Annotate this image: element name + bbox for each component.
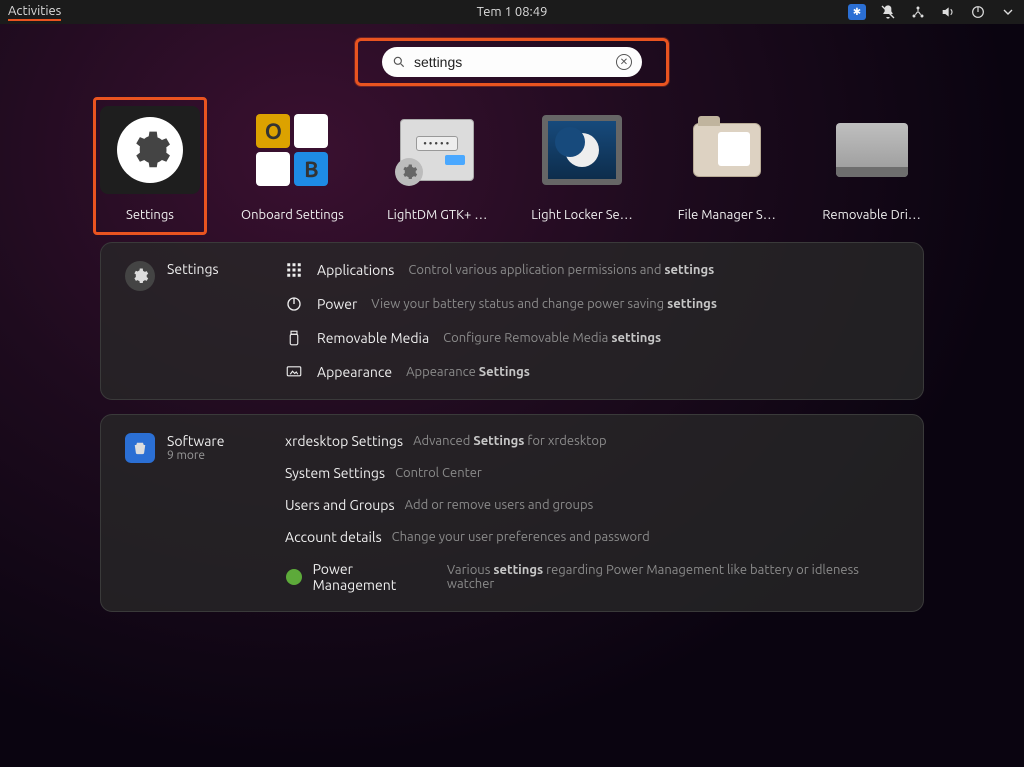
gear-icon: [117, 117, 183, 183]
row-label: Users and Groups: [285, 497, 395, 513]
folder-icon: [693, 123, 761, 177]
row-desc: Control various application permissions …: [408, 263, 714, 277]
gear-icon: [125, 261, 155, 291]
row-label: Power Management: [313, 561, 437, 593]
lightdm-icon: •••••: [400, 119, 474, 181]
app-label: File Manager S…: [678, 208, 776, 222]
app-label: Settings: [126, 208, 174, 222]
system-tray: ✱: [848, 4, 1016, 20]
row-desc: Change your user preferences and passwor…: [392, 530, 650, 544]
power-icon[interactable]: [970, 4, 986, 20]
row-desc: View your battery status and change powe…: [371, 297, 717, 311]
chevron-down-icon[interactable]: [1000, 4, 1016, 20]
app-label: Light Locker Se…: [531, 208, 632, 222]
panel-subtitle[interactable]: 9 more: [167, 449, 224, 462]
software-row-power-management[interactable]: Power Management Various settings regard…: [285, 561, 899, 593]
status-dot-icon: [285, 568, 303, 586]
bluetooth-icon[interactable]: ✱: [848, 4, 866, 20]
notifications-muted-icon[interactable]: [880, 4, 896, 20]
row-label: Applications: [317, 262, 394, 278]
software-row-xrdesktop[interactable]: xrdesktop Settings Advanced Settings for…: [285, 433, 899, 449]
row-label: Account details: [285, 529, 382, 545]
app-tile-file-manager[interactable]: File Manager S…: [674, 106, 779, 222]
software-results-panel: Software 9 more xrdesktop Settings Advan…: [100, 414, 924, 612]
row-desc: Advanced Settings for xrdesktop: [413, 434, 607, 448]
usb-icon: [285, 329, 303, 347]
row-label: System Settings: [285, 465, 385, 481]
software-row-system-settings[interactable]: System Settings Control Center: [285, 465, 899, 481]
row-desc: Appearance Settings: [406, 365, 530, 379]
network-icon[interactable]: [910, 4, 926, 20]
panel-header-settings: Settings: [125, 261, 275, 381]
app-label: LightDM GTK+ …: [387, 208, 487, 222]
drive-icon: [836, 123, 908, 177]
app-label: Onboard Settings: [241, 208, 344, 222]
onboard-icon: OB: [256, 114, 328, 186]
search-highlight: ✕: [355, 38, 669, 86]
power-icon: [285, 295, 303, 313]
clear-search-button[interactable]: ✕: [616, 54, 632, 70]
row-label: Removable Media: [317, 330, 429, 346]
activities-button[interactable]: Activities: [8, 4, 61, 21]
software-row-account-details[interactable]: Account details Change your user prefere…: [285, 529, 899, 545]
settings-row-removable-media[interactable]: Removable Media Configure Removable Medi…: [285, 329, 899, 347]
screensaver-icon: [542, 115, 622, 185]
app-tile-onboard-settings[interactable]: OB Onboard Settings: [240, 106, 345, 222]
row-label: Power: [317, 296, 357, 312]
app-results-row: Settings OB Onboard Settings ••••• Light…: [0, 92, 1024, 242]
settings-results-panel: Settings Applications Control various ap…: [100, 242, 924, 400]
search-input[interactable]: [414, 54, 608, 70]
row-desc: Configure Removable Media settings: [443, 331, 661, 345]
search-field[interactable]: ✕: [382, 47, 642, 77]
row-desc: Control Center: [395, 466, 482, 480]
app-tile-removable-drives[interactable]: Removable Dri…: [819, 106, 924, 222]
app-label: Removable Dri…: [822, 208, 920, 222]
grid-icon: [285, 261, 303, 279]
settings-row-appearance[interactable]: Appearance Appearance Settings: [285, 363, 899, 381]
app-tile-settings[interactable]: Settings: [93, 97, 207, 235]
row-desc: Various settings regarding Power Managem…: [447, 563, 899, 591]
clock[interactable]: Tem 1 08:49: [477, 5, 548, 19]
volume-icon[interactable]: [940, 4, 956, 20]
row-label: Appearance: [317, 364, 392, 380]
row-desc: Add or remove users and groups: [405, 498, 594, 512]
settings-row-power[interactable]: Power View your battery status and chang…: [285, 295, 899, 313]
panel-title: Settings: [167, 261, 219, 277]
search-icon: [392, 55, 406, 69]
software-store-icon: [125, 433, 155, 463]
panel-header-software: Software 9 more: [125, 433, 275, 593]
top-bar: Activities Tem 1 08:49 ✱: [0, 0, 1024, 24]
appearance-icon: [285, 363, 303, 381]
row-label: xrdesktop Settings: [285, 433, 403, 449]
software-row-users-groups[interactable]: Users and Groups Add or remove users and…: [285, 497, 899, 513]
settings-row-applications[interactable]: Applications Control various application…: [285, 261, 899, 279]
app-tile-lightdm-gtk[interactable]: ••••• LightDM GTK+ …: [385, 106, 490, 222]
app-tile-light-locker[interactable]: Light Locker Se…: [530, 106, 635, 222]
panel-title: Software: [167, 433, 224, 449]
